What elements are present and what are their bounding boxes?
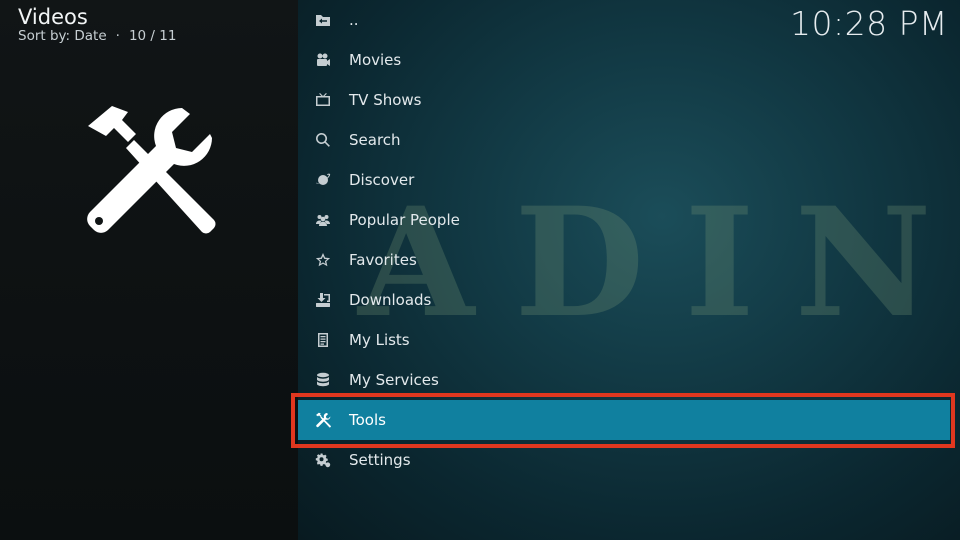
menu-item-my-services[interactable]: My Services xyxy=(298,360,950,400)
planet-icon xyxy=(313,170,333,190)
tools-icon xyxy=(313,410,333,430)
menu-item-favorites[interactable]: Favorites xyxy=(298,240,950,280)
sort-label: Sort by: Date xyxy=(18,28,107,44)
menu-item-search[interactable]: Search xyxy=(298,120,950,160)
people-icon xyxy=(313,210,333,230)
separator: · xyxy=(115,28,120,44)
tv-icon xyxy=(313,90,333,110)
menu-item-label: Settings xyxy=(349,451,411,469)
gears-icon xyxy=(313,450,333,470)
database-icon xyxy=(313,370,333,390)
menu-item-label: Search xyxy=(349,131,401,149)
menu-item-movies[interactable]: Movies xyxy=(298,40,950,80)
left-info-panel xyxy=(0,0,298,540)
menu-item-label: Downloads xyxy=(349,291,432,309)
download-icon xyxy=(313,290,333,310)
menu-item-tv-shows[interactable]: TV Shows xyxy=(298,80,950,120)
menu-item-parent-folder[interactable]: .. xyxy=(298,0,950,40)
back-folder-icon xyxy=(313,10,333,30)
menu-item-settings[interactable]: Settings xyxy=(298,440,950,480)
menu-item-label: Discover xyxy=(349,171,415,189)
menu-item-downloads[interactable]: Downloads xyxy=(298,280,950,320)
film-icon xyxy=(313,50,333,70)
sort-info: Sort by: Date · 10 / 11 xyxy=(18,28,176,44)
list-icon xyxy=(313,330,333,350)
menu-item-label: My Services xyxy=(349,371,439,389)
item-position: 10 / 11 xyxy=(128,28,177,44)
menu-item-label: My Lists xyxy=(349,331,410,349)
tools-large-icon xyxy=(87,106,216,234)
page-title: Videos xyxy=(18,5,88,29)
menu-item-my-lists[interactable]: My Lists xyxy=(298,320,950,360)
star-icon xyxy=(313,250,333,270)
menu-item-label: Popular People xyxy=(349,211,460,229)
menu-item-label: Favorites xyxy=(349,251,417,269)
menu-item-tools[interactable]: Tools xyxy=(298,400,950,440)
menu-item-label: Movies xyxy=(349,51,402,69)
search-icon xyxy=(313,130,333,150)
menu-item-discover[interactable]: Discover xyxy=(298,160,950,200)
menu-item-label: TV Shows xyxy=(349,91,422,109)
menu-item-label: .. xyxy=(349,11,359,29)
menu-item-label: Tools xyxy=(349,411,386,429)
menu-item-popular-people[interactable]: Popular People xyxy=(298,200,950,240)
